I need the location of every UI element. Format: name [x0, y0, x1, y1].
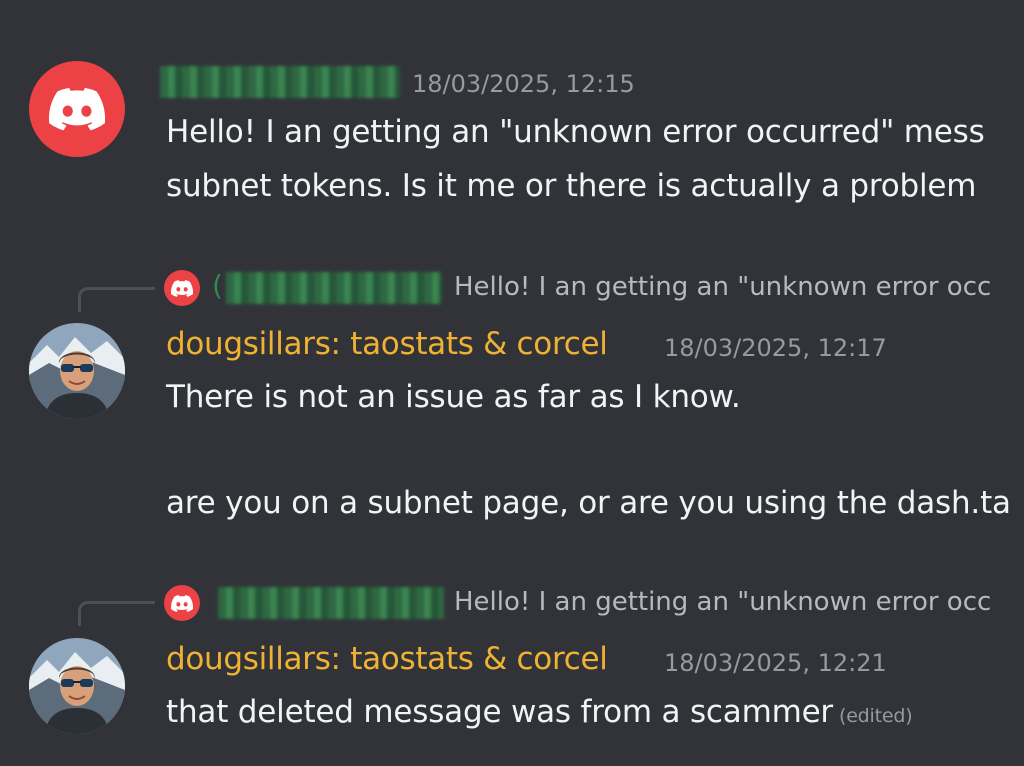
user-avatar[interactable] — [29, 638, 125, 734]
message-timestamp: 18/03/2025, 12:15 — [412, 70, 635, 98]
username[interactable]: dougsillars: taostats & corcel — [166, 641, 608, 677]
discord-avatar[interactable] — [29, 61, 125, 157]
discord-icon — [49, 87, 105, 131]
reply-spine — [78, 287, 155, 312]
discord-icon — [171, 280, 193, 297]
chat-messages: 18/03/2025, 12:15 Hello! I an getting an… — [0, 0, 1024, 766]
reply-avatar[interactable] — [164, 270, 200, 306]
reply-spine — [78, 601, 155, 626]
reply-preview-text[interactable]: Hello! I an getting an "unknown error oc… — [454, 587, 991, 617]
redacted-username — [160, 66, 400, 98]
person-avatar-icon — [29, 323, 125, 419]
user-avatar[interactable] — [29, 323, 125, 419]
redacted-paren: ( — [212, 269, 223, 302]
person-avatar-icon — [29, 638, 125, 734]
message-line: subnet tokens. Is it me or there is actu… — [166, 168, 977, 204]
message-timestamp: 18/03/2025, 12:17 — [664, 334, 887, 362]
message-timestamp: 18/03/2025, 12:21 — [664, 649, 887, 677]
username[interactable]: dougsillars: taostats & corcel — [166, 326, 608, 362]
redacted-username — [218, 587, 444, 619]
message-line: are you on a subnet page, or are you usi… — [166, 485, 1011, 521]
edited-label: (edited) — [838, 705, 913, 727]
message-line: that deleted message was from a scammer(… — [166, 694, 913, 730]
message-line: There is not an issue as far as I know. — [166, 379, 741, 415]
reply-preview-text[interactable]: Hello! I an getting an "unknown error oc… — [454, 272, 991, 302]
discord-icon — [171, 595, 193, 612]
message-line: Hello! I an getting an "unknown error oc… — [166, 114, 985, 150]
redacted-username — [226, 272, 442, 304]
message-text: that deleted message was from a scammer — [166, 694, 833, 730]
reply-avatar[interactable] — [164, 585, 200, 621]
